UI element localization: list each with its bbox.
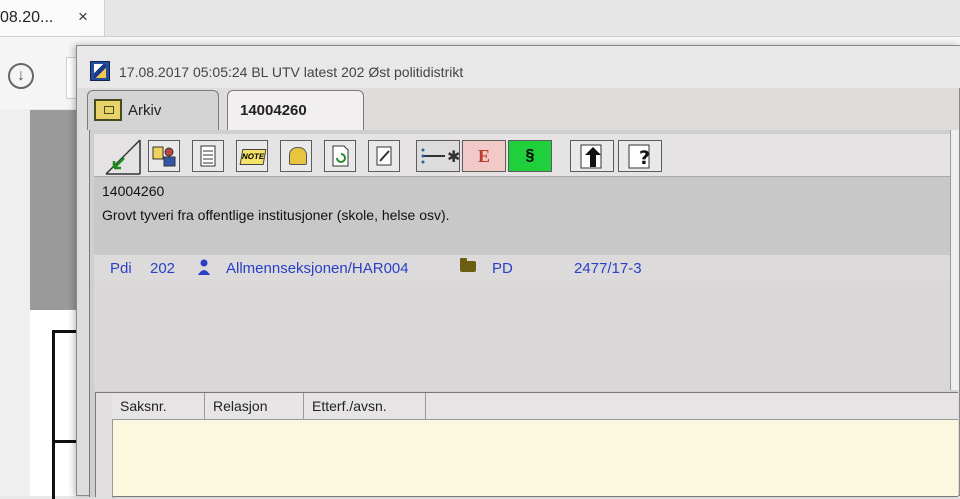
case-panel: NOTE ✱ E § ? 14004260 Grovt tyveri fra o… [89, 130, 959, 498]
download-icon[interactable]: ↓ [8, 63, 34, 89]
archive-box-icon [94, 99, 122, 121]
reference-number: 2477/17-3 [574, 260, 642, 277]
users-button[interactable] [148, 140, 180, 172]
case-description: Grovt tyveri fra offentlige institusjone… [102, 207, 450, 223]
browser-tab-title: 08.20... [0, 9, 54, 26]
browser-tab[interactable]: 08.20... × [0, 0, 105, 36]
vertical-scrollbar[interactable] [950, 130, 959, 390]
edit-document-button[interactable] [368, 140, 400, 172]
case-window: 17.08.2017 05:05:24 BL UTV latest 202 Øs… [76, 45, 960, 498]
svg-text:✱: ✱ [447, 147, 459, 166]
relations-table: Saksnr. Relasjon Etterf./avsn. [95, 392, 958, 498]
link-button[interactable]: ✱ [416, 140, 460, 172]
link-star-icon: ✱ [421, 147, 460, 166]
tab-arkiv[interactable]: Arkiv [87, 90, 219, 130]
close-icon[interactable]: × [78, 7, 88, 27]
e-button[interactable]: E [462, 140, 506, 172]
document-refresh-icon [332, 145, 349, 167]
case-info: 14004260 Grovt tyveri fra offentlige ins… [94, 177, 950, 255]
diagonal-arrow-icon[interactable] [104, 138, 142, 176]
list-button[interactable] [192, 140, 224, 172]
upload-arrow-icon [580, 144, 602, 169]
row-header-column [96, 393, 113, 498]
edit-document-icon [376, 146, 392, 166]
background-page-header [30, 110, 80, 310]
column-etterf[interactable]: Etterf./avsn. [304, 393, 426, 419]
e-icon: E [477, 146, 490, 166]
case-type: Pdi [110, 260, 132, 277]
help-document-icon: ? [628, 144, 650, 169]
help-button[interactable]: ? [618, 140, 662, 172]
users-icon [152, 146, 176, 167]
svg-text:?: ? [639, 147, 650, 169]
toolbar: NOTE ✱ E § ? [94, 134, 958, 177]
app-logo-icon [90, 61, 110, 81]
case-details-area [94, 281, 950, 391]
paragraph-icon: § [525, 147, 535, 164]
tab-label: Arkiv [128, 102, 162, 119]
alert-button[interactable] [280, 140, 312, 172]
tab-label: 14004260 [240, 102, 307, 119]
upload-button[interactable] [570, 140, 614, 172]
paragraph-button[interactable]: § [508, 140, 552, 172]
table-header: Saksnr. Relasjon Etterf./avsn. [112, 393, 958, 420]
tab-case[interactable]: 14004260 [227, 90, 364, 132]
note-icon: NOTE [239, 149, 267, 165]
unit-link[interactable]: Allmennseksjonen/HAR004 [226, 260, 409, 277]
refresh-document-button[interactable] [324, 140, 356, 172]
folder-icon [460, 258, 476, 272]
browser-tab-bar: 08.20... × [0, 0, 960, 37]
window-titlebar[interactable]: 17.08.2017 05:05:24 BL UTV latest 202 Øs… [77, 46, 960, 88]
person-icon [198, 259, 210, 275]
bell-icon [289, 147, 307, 165]
district-code: 202 [150, 260, 176, 277]
category-code: PD [492, 260, 513, 277]
column-relasjon[interactable]: Relasjon [205, 393, 304, 419]
page-margin [0, 109, 30, 496]
column-saksnr[interactable]: Saksnr. [112, 393, 205, 419]
list-icon [200, 145, 216, 167]
window-title: 17.08.2017 05:05:24 BL UTV latest 202 Øs… [119, 64, 464, 80]
note-button[interactable]: NOTE [236, 140, 268, 172]
case-meta-row: Pdi 202 Allmennseksjonen/HAR004 PD 2477/… [94, 255, 950, 281]
case-number: 14004260 [102, 183, 165, 199]
